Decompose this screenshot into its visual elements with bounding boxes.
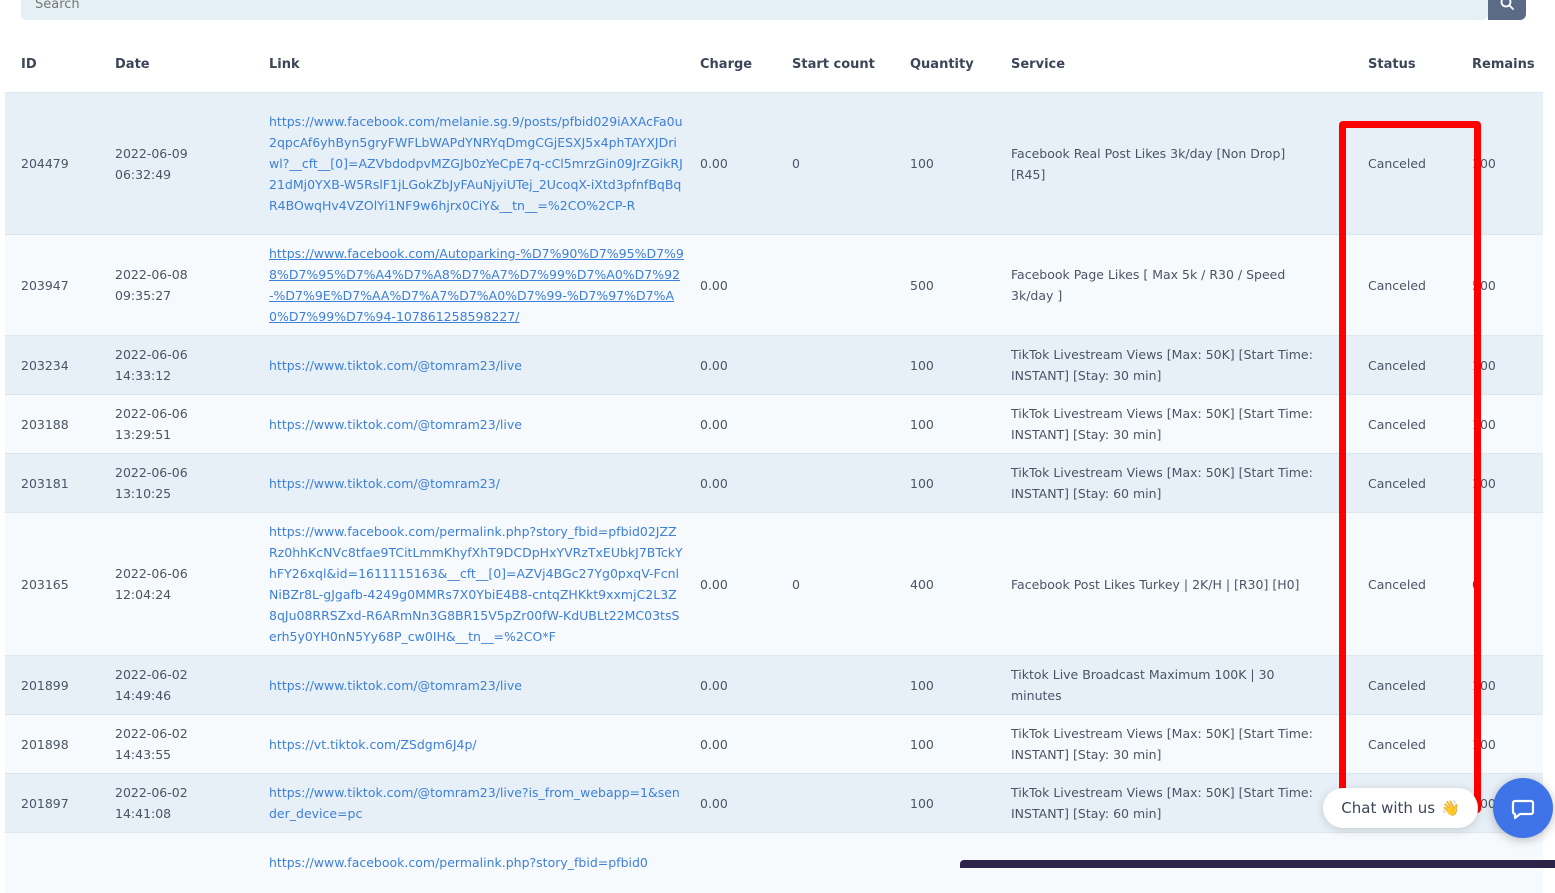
cell-id: 203165 bbox=[21, 576, 69, 592]
cell-date: 2022-06-06 13:10:25 bbox=[115, 465, 188, 501]
cell-id: 203181 bbox=[21, 475, 69, 491]
search-bar bbox=[21, 0, 1488, 20]
cell-quantity: 100 bbox=[910, 475, 934, 491]
cell-link[interactable]: https://www.tiktok.com/@tomram23/live bbox=[269, 355, 684, 376]
cell-charge: 0.00 bbox=[700, 677, 728, 693]
chat-with-us-label[interactable]: Chat with us 👋 bbox=[1323, 788, 1478, 828]
cell-service: Tiktok Live Broadcast Maximum 100K | 30 … bbox=[1011, 667, 1275, 703]
cell-charge: 0.00 bbox=[700, 795, 728, 811]
cell-service: TikTok Livestream Views [Max: 50K] [Star… bbox=[1011, 726, 1313, 762]
cell-charge: 0.00 bbox=[700, 156, 728, 171]
column-header-quantity[interactable]: Quantity bbox=[894, 36, 995, 93]
cell-service: TikTok Livestream Views [Max: 50K] [Star… bbox=[1011, 347, 1313, 383]
cell-quantity: 100 bbox=[910, 156, 934, 171]
table-row: 203181 2022-06-06 13:10:25 https://www.tik… bbox=[5, 453, 1543, 513]
cell-quantity: 100 bbox=[910, 416, 934, 432]
cell-charge: 0.00 bbox=[700, 736, 728, 752]
cell-link[interactable]: https://www.tiktok.com/@tomram23/live bbox=[269, 675, 684, 696]
cell-quantity: 100 bbox=[910, 795, 934, 811]
status-column-highlight bbox=[1339, 121, 1481, 813]
cell-date: 2022-06-08 09:35:27 bbox=[115, 267, 188, 303]
cell-charge: 0.00 bbox=[700, 277, 728, 293]
cell-date: 2022-06-09 06:32:49 bbox=[115, 145, 188, 182]
cell-date: 2022-06-02 14:49:46 bbox=[115, 667, 188, 703]
cell-quantity: 400 bbox=[910, 576, 934, 592]
cell-id: 203188 bbox=[21, 416, 69, 432]
chat-label-text: Chat with us bbox=[1341, 799, 1436, 817]
orders-table: ID Date Link Charge Start count Quantity… bbox=[5, 36, 1543, 893]
cell-id: 204479 bbox=[21, 156, 69, 171]
cell-link[interactable]: https://www.facebook.com/permalink.php?s… bbox=[269, 852, 684, 873]
chat-launcher-button[interactable] bbox=[1493, 778, 1553, 838]
table-row: 203188 2022-06-06 13:29:51 https://www.tik… bbox=[5, 394, 1543, 454]
cell-service: TikTok Livestream Views [Max: 50K] [Star… bbox=[1011, 406, 1313, 442]
cell-charge: 0.00 bbox=[700, 576, 728, 592]
column-header-id[interactable]: ID bbox=[5, 36, 99, 93]
cell-service: TikTok Livestream Views [Max: 50K] [Star… bbox=[1011, 785, 1313, 821]
cell-service: Facebook Post Likes Turkey | 2K/H | [R30… bbox=[1011, 576, 1300, 592]
cell-link[interactable]: https://www.facebook.com/permalink.php?s… bbox=[269, 521, 684, 647]
cell-quantity: 100 bbox=[910, 677, 934, 693]
chat-bubble-icon bbox=[1511, 799, 1535, 820]
cell-charge: 0.00 bbox=[700, 475, 728, 491]
orders-table-container: ID Date Link Charge Start count Quantity… bbox=[5, 36, 1543, 893]
table-row: 203165 2022-06-06 12:04:24 https://www.fac… bbox=[5, 512, 1543, 656]
cell-link[interactable]: https://www.tiktok.com/@tomram23/ bbox=[269, 473, 684, 494]
table-body: 204479 2022-06-09 06:32:49 https://www.fac… bbox=[5, 92, 1543, 893]
table-row: 201897 2022-06-02 14:41:08 https://www.tik… bbox=[5, 773, 1543, 833]
cell-id: 203947 bbox=[21, 277, 69, 293]
cell-service: Facebook Page Likes [ Max 5k / R30 / Spe… bbox=[1011, 267, 1286, 303]
cell-start-count: 0 bbox=[792, 576, 800, 592]
column-header-start-count[interactable]: Start count bbox=[776, 36, 894, 93]
cell-service: TikTok Livestream Views [Max: 50K] [Star… bbox=[1011, 465, 1313, 501]
cell-charge: 0.00 bbox=[700, 357, 728, 373]
cell-id: 201897 bbox=[21, 795, 69, 811]
column-header-charge[interactable]: Charge bbox=[684, 36, 776, 93]
cell-service: Facebook Real Post Likes 3k/day [Non Dro… bbox=[1011, 145, 1286, 182]
cell-quantity: 100 bbox=[910, 357, 934, 373]
cell-date: 2022-06-06 14:33:12 bbox=[115, 347, 188, 383]
wave-emoji-icon: 👋 bbox=[1441, 799, 1460, 817]
table-row: 201899 2022-06-02 14:49:46 https://www.tik… bbox=[5, 655, 1543, 715]
column-header-date[interactable]: Date bbox=[99, 36, 253, 93]
cell-date: 2022-06-02 14:41:08 bbox=[115, 785, 188, 821]
cell-id: 201899 bbox=[21, 677, 69, 693]
cell-quantity: 100 bbox=[910, 736, 934, 752]
cell-link[interactable]: https://www.tiktok.com/@tomram23/live bbox=[269, 414, 684, 435]
page-edge bbox=[1543, 0, 1555, 868]
cell-date: 2022-06-06 13:29:51 bbox=[115, 406, 188, 442]
cell-link[interactable]: https://www.facebook.com/Autoparking-%D7… bbox=[269, 243, 684, 327]
column-header-status[interactable]: Status bbox=[1352, 36, 1456, 93]
cell-id: 201898 bbox=[21, 736, 69, 752]
cell-charge: 0.00 bbox=[700, 416, 728, 432]
cell-date: 2022-06-06 12:04:24 bbox=[115, 566, 188, 602]
table-row: 201898 2022-06-02 14:43:55 https://vt.tikt… bbox=[5, 714, 1543, 774]
cell-link[interactable]: https://www.tiktok.com/@tomram23/live?is… bbox=[269, 782, 684, 824]
table-header-row: ID Date Link Charge Start count Quantity… bbox=[5, 36, 1543, 93]
table-row: 203234 2022-06-06 14:33:12 https://www.tik… bbox=[5, 335, 1543, 395]
cell-link[interactable]: https://www.facebook.com/melanie.sg.9/po… bbox=[269, 111, 684, 216]
table-row: 203947 2022-06-08 09:35:27 https://www.fac… bbox=[5, 234, 1543, 336]
cell-link[interactable]: https://vt.tiktok.com/ZSdgm6J4p/ bbox=[269, 734, 684, 755]
cell-quantity: 500 bbox=[910, 277, 934, 293]
search-button[interactable] bbox=[1488, 0, 1526, 20]
cell-start-count: 0 bbox=[792, 156, 800, 171]
search-input[interactable] bbox=[33, 0, 937, 13]
column-header-link[interactable]: Link bbox=[253, 36, 684, 93]
search-icon bbox=[1500, 0, 1514, 10]
column-header-remains[interactable]: Remains bbox=[1456, 36, 1543, 93]
cell-id: 203234 bbox=[21, 357, 69, 373]
table-row: 204479 2022-06-09 06:32:49 https://www.fac… bbox=[5, 92, 1543, 235]
column-header-service[interactable]: Service bbox=[995, 36, 1352, 93]
bottom-panel-edge bbox=[960, 860, 1555, 868]
cell-date: 2022-06-02 14:43:55 bbox=[115, 726, 188, 762]
